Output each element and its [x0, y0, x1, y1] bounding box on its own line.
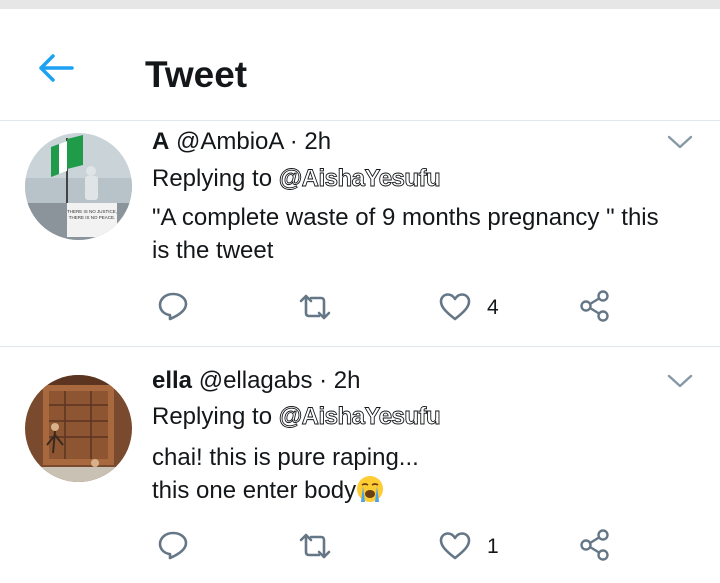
handle[interactable]: @AmbioA	[176, 128, 283, 155]
tweet-text: "A complete waste of 9 months pregnancy …	[152, 201, 697, 267]
reply-icon[interactable]	[157, 529, 189, 561]
replying-to: Replying to @AishaYesufu	[152, 164, 441, 194]
retweet-icon[interactable]	[298, 293, 332, 321]
tweet-text-line: chai! this is pure raping...	[152, 444, 419, 471]
replying-to-prefix: Replying to	[152, 165, 279, 192]
avatar-image: THERE IS NO JUSTICE, THERE IS NO PEACE.	[25, 133, 132, 240]
separator: ·	[283, 128, 305, 155]
loudly-crying-face-icon	[357, 476, 384, 502]
handle[interactable]: @ellagabs	[199, 367, 313, 394]
chevron-down-icon[interactable]	[667, 373, 693, 389]
replying-to-prefix: Replying to	[152, 403, 279, 430]
mention-link[interactable]: @AishaYesufu	[278, 403, 441, 431]
arrow-left-icon	[39, 54, 74, 82]
avatar-sign-text-2: THERE IS NO PEACE.	[69, 215, 116, 220]
tweet[interactable]: THERE IS NO JUSTICE, THERE IS NO PEACE. …	[0, 121, 720, 347]
like-count: 4	[487, 296, 499, 319]
avatar-sign-text-1: THERE IS NO JUSTICE,	[67, 209, 117, 214]
display-name[interactable]: ella	[152, 367, 192, 394]
tweet[interactable]: ella @ellagabs · 2h Replying to @AishaYe…	[0, 347, 720, 583]
retweet-icon[interactable]	[298, 532, 332, 560]
like-icon[interactable]	[439, 531, 471, 561]
back-button[interactable]	[36, 51, 76, 85]
timestamp[interactable]: 2h	[334, 367, 361, 394]
status-strip	[0, 0, 720, 9]
page-title: Tweet	[145, 54, 248, 95]
tweet-text-line: this one enter body	[152, 474, 697, 507]
tweet-text: chai! this is pure raping... this one en…	[152, 441, 697, 507]
mention-link[interactable]: @AishaYesufu	[278, 165, 441, 193]
avatar[interactable]	[25, 375, 132, 482]
share-icon[interactable]	[579, 289, 611, 323]
avatar-image	[25, 375, 132, 482]
reply-icon[interactable]	[157, 290, 189, 322]
tweet-meta: ella @ellagabs · 2h	[152, 366, 361, 396]
tweet-text-line: "A complete waste of 9 months pregnancy …	[152, 204, 659, 231]
tweet-text-line-content: this one enter body	[152, 477, 357, 504]
tweet-meta: A @AmbioA · 2h	[152, 127, 331, 157]
tweet-text-line: is the tweet	[152, 237, 274, 264]
like-count: 1	[487, 535, 499, 558]
like-icon[interactable]	[439, 292, 471, 322]
chevron-down-icon[interactable]	[667, 134, 693, 150]
replying-to: Replying to @AishaYesufu	[152, 402, 441, 432]
header: Tweet	[0, 9, 720, 121]
display-name[interactable]: A	[152, 128, 169, 155]
timestamp[interactable]: 2h	[304, 128, 331, 155]
separator: ·	[312, 367, 334, 394]
share-icon[interactable]	[579, 528, 611, 562]
avatar[interactable]: THERE IS NO JUSTICE, THERE IS NO PEACE.	[25, 133, 132, 240]
